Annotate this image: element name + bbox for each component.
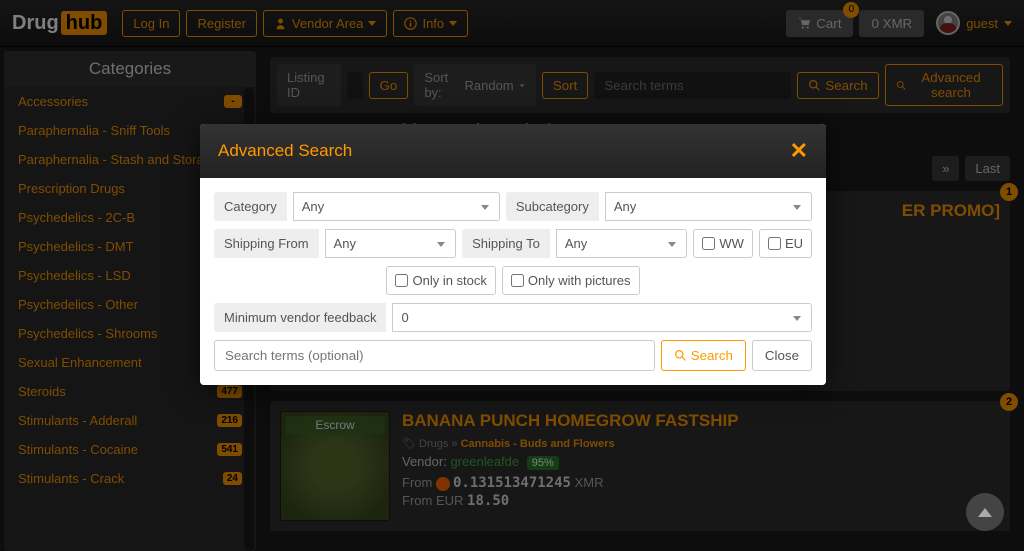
eu-checkbox[interactable]: EU (759, 229, 812, 258)
ww-checkbox[interactable]: WW (693, 229, 753, 258)
only-with-pictures-checkbox[interactable]: Only with pictures (502, 266, 640, 295)
modal-title: Advanced Search (218, 141, 352, 161)
close-icon[interactable]: ✕ (790, 138, 808, 164)
shipping-from-label: Shipping From (214, 229, 319, 258)
shipping-from-select[interactable]: Any (325, 229, 457, 258)
search-icon (674, 349, 687, 362)
subcategory-select[interactable]: Any (605, 192, 812, 221)
shipping-to-select[interactable]: Any (556, 229, 688, 258)
min-feedback-select[interactable]: 0 (392, 303, 812, 332)
advanced-search-modal: Advanced Search ✕ Category Any Subcatego… (200, 124, 826, 385)
modal-search-button[interactable]: Search (661, 340, 746, 371)
only-in-stock-checkbox[interactable]: Only in stock (386, 266, 495, 295)
modal-search-input[interactable] (214, 340, 655, 371)
min-feedback-label: Minimum vendor feedback (214, 303, 386, 332)
category-label: Category (214, 192, 287, 221)
subcategory-label: Subcategory (506, 192, 599, 221)
shipping-to-label: Shipping To (462, 229, 550, 258)
modal-close-button[interactable]: Close (752, 340, 812, 371)
category-select[interactable]: Any (293, 192, 500, 221)
scroll-to-top-button[interactable] (966, 493, 1004, 531)
